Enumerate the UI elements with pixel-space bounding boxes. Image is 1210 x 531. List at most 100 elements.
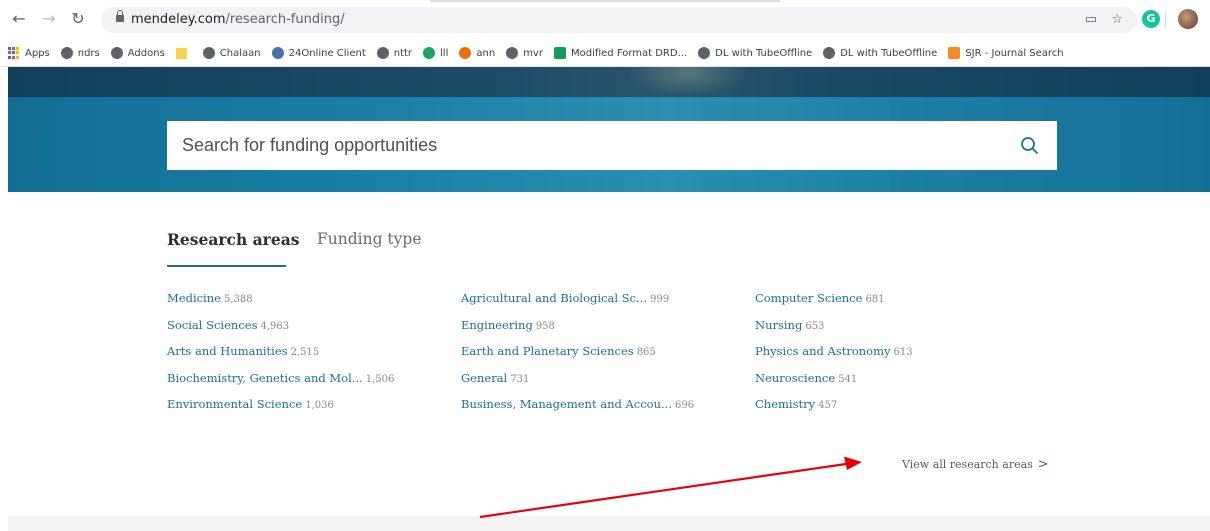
research-area-link[interactable]: Earth and Planetary Sciences 865: [461, 341, 751, 368]
bookmark-label: ndrs: [77, 47, 100, 59]
bookmark-item[interactable]: DL with TubeOffline: [698, 43, 812, 63]
research-area-count: 4,963: [260, 320, 290, 332]
hero-image: [8, 67, 1210, 97]
sheets-icon: [553, 47, 566, 59]
research-area-link[interactable]: Chemistry 457: [755, 394, 1045, 421]
view-all-label: View all research areas: [902, 458, 1033, 471]
research-area-name: Chemistry: [755, 397, 816, 411]
url-host: mendeley.com: [131, 12, 226, 27]
bookmark-item[interactable]: [175, 43, 192, 63]
research-area-count: 5,388: [223, 294, 253, 305]
search-box: [167, 121, 1057, 170]
footer-band: [8, 516, 1210, 531]
bookmark-item[interactable]: ann: [459, 43, 495, 63]
bookmark-item[interactable]: Apps: [8, 43, 50, 63]
research-area-name: Physics and Astronomy: [755, 344, 891, 358]
view-all-research-areas-link[interactable]: View all research areas >: [902, 457, 1049, 472]
research-area-link[interactable]: Social Sciences 4,963: [167, 315, 457, 342]
research-area-link[interactable]: Biochemistry, Genetics and Mol... 1,506: [167, 368, 457, 395]
research-area-link[interactable]: Agricultural and Biological Sc... 999: [461, 288, 751, 315]
drive-icon: [423, 47, 436, 59]
research-area-link[interactable]: Neuroscience 541: [755, 368, 1045, 395]
orange-icon: [459, 47, 472, 59]
browser-toolbar: ← → ↻ mendeley.com/research-funding/ ▭ ☆…: [0, 0, 1210, 40]
research-area-count: 731: [510, 373, 530, 385]
globe-icon: [202, 47, 215, 59]
research-area-count: 681: [865, 294, 885, 305]
research-area-name: Environmental Science: [167, 397, 303, 411]
cast-icon[interactable]: ▭: [1085, 12, 1097, 27]
folder-icon: [175, 47, 187, 59]
research-area-count: 653: [805, 320, 825, 332]
bookmark-item[interactable]: Chalaan: [202, 43, 261, 63]
search-input[interactable]: [182, 121, 982, 170]
bookmark-label: SJR - Journal Search: [965, 47, 1064, 59]
research-area-count: 865: [636, 347, 656, 358]
reload-icon[interactable]: ↻: [68, 9, 88, 29]
research-area-name: Neuroscience: [755, 370, 836, 385]
research-area-count: 1,036: [305, 400, 334, 411]
research-areas-column: Computer Science 681 Nursing 653 Physics and…: [755, 288, 1045, 421]
research-area-link[interactable]: Physics and Astronomy 613: [755, 341, 1045, 368]
bookmark-star-icon[interactable]: ☆: [1111, 12, 1123, 27]
research-area-name: Nursing: [755, 317, 803, 332]
research-area-link[interactable]: Engineering 958: [461, 315, 751, 342]
research-area-link[interactable]: Arts and Humanities 2,515: [167, 341, 457, 368]
bookmark-label: DL with TubeOffline: [840, 47, 938, 59]
bookmark-label: Modified Format DRD...: [570, 47, 688, 59]
research-area-count: 1,506: [365, 373, 395, 385]
search-icon[interactable]: [1020, 136, 1039, 155]
tab-research-areas[interactable]: Research areas: [167, 230, 299, 249]
bookmark-item[interactable]: DL with TubeOffline: [823, 43, 937, 63]
url-path: /research-funding/: [225, 12, 345, 27]
bookmark-label: DL with TubeOffline: [715, 47, 813, 59]
research-area-count: 999: [649, 294, 670, 305]
research-area-link[interactable]: Computer Science 681: [755, 288, 1045, 315]
research-area-count: 2,515: [290, 347, 320, 358]
research-area-link[interactable]: Business, Management and Accou... 696: [461, 394, 751, 421]
research-area-count: 958: [535, 320, 555, 332]
research-area-name: General: [461, 370, 508, 385]
research-area-name: Agricultural and Biological Sc...: [461, 291, 647, 305]
bookmark-label: mvr: [523, 47, 543, 59]
bookmark-item[interactable]: Addons: [110, 43, 165, 63]
research-area-link[interactable]: Environmental Science 1,036: [167, 394, 457, 421]
bookmark-label: Chalaan: [219, 47, 261, 59]
globe-icon: [506, 47, 519, 59]
research-area-name: Social Sciences: [167, 317, 258, 332]
research-area-link[interactable]: Nursing 653: [755, 315, 1045, 342]
globe-icon: [823, 47, 836, 59]
research-area-link[interactable]: Medicine 5,388: [167, 288, 457, 315]
research-area-name: Arts and Humanities: [167, 344, 288, 358]
bookmark-item[interactable]: SJR - Journal Search: [948, 43, 1064, 63]
sjr-icon: [948, 47, 961, 59]
bookmark-item[interactable]: mvr: [506, 43, 543, 63]
research-area-link[interactable]: General 731: [461, 368, 751, 395]
grammarly-icon[interactable]: G: [1142, 10, 1160, 28]
profile-avatar[interactable]: [1178, 9, 1198, 29]
research-areas-column: Agricultural and Biological Sc... 999 Engi…: [461, 288, 751, 421]
back-arrow-icon[interactable]: ←: [9, 9, 29, 29]
forward-arrow-icon[interactable]: →: [39, 9, 59, 29]
research-areas-column: Medicine 5,388 Social Sciences 4,963 Arts an…: [167, 288, 457, 421]
bookmark-label: Addons: [127, 47, 165, 59]
research-area-count: 613: [893, 347, 913, 358]
globe-icon: [60, 47, 73, 59]
globe-icon: [698, 47, 711, 59]
tab-strip-edge: [430, 0, 780, 2]
bookmark-label: lll: [440, 47, 449, 59]
url-text[interactable]: mendeley.com/research-funding/: [131, 11, 345, 29]
apps-grid-icon: [8, 47, 20, 59]
bookmark-item[interactable]: Modified Format DRD...: [553, 43, 688, 63]
research-area-name: Medicine: [167, 291, 221, 305]
bookmark-item[interactable]: ndrs: [60, 43, 100, 63]
tab-funding-type[interactable]: Funding type: [317, 230, 422, 248]
research-area-name: Biochemistry, Genetics and Mol...: [167, 370, 363, 385]
bookmark-label: 24Online Client: [288, 47, 366, 59]
chevron-right-icon: >: [1037, 457, 1049, 472]
lock-icon: [116, 10, 124, 24]
bookmark-item[interactable]: 24Online Client: [271, 43, 366, 63]
address-bar[interactable]: mendeley.com/research-funding/ ▭ ☆: [101, 7, 1137, 33]
bookmark-item[interactable]: nttr: [376, 43, 412, 63]
bookmark-item[interactable]: lll: [423, 43, 448, 63]
